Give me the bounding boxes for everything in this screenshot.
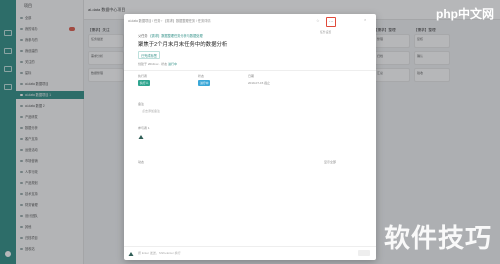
task-tag[interactable]: 已完成标签 (138, 51, 160, 59)
comment-input[interactable]: 按 Enter 发送，Shift+Enter 换行 (138, 251, 181, 255)
task-meta: 创建于 2019-xx · 状态 进行中 (138, 62, 177, 66)
task-detail-modal: ai-data 数据项目 / 任务 › 【需求】数据整理任务 / 任务详情 ☆ … (124, 14, 376, 260)
assignee-pill[interactable]: 执行人 (138, 80, 151, 86)
star-icon[interactable]: ☆ (316, 19, 320, 23)
send-button[interactable] (358, 250, 370, 256)
parent-label: 父任务 (138, 34, 148, 38)
php-watermark-text: php中文网 (436, 7, 494, 21)
status-label: 状态 (198, 74, 205, 78)
close-icon[interactable]: × (364, 18, 368, 22)
remarks-label: 备注 (138, 102, 145, 106)
php-watermark: php中文网 (436, 5, 494, 22)
avatar[interactable] (138, 134, 144, 140)
date-label: 日期 (248, 74, 255, 78)
divider (124, 70, 376, 71)
participants-label: 参与者 1 (138, 126, 150, 130)
avatar (128, 252, 134, 256)
parent-task-link[interactable]: 【需求】数据整理任务分析与数据处理 (148, 34, 202, 38)
settings-hint: 任务设置 (320, 30, 332, 34)
more-menu-button[interactable]: ⋯ (326, 17, 336, 27)
parent-task: 父任务 【需求】数据整理任务分析与数据处理 (138, 33, 203, 38)
activity-label: 动态 (138, 160, 145, 164)
status-pill[interactable]: 进行中 (198, 80, 211, 86)
show-all-link[interactable]: 显示全部 (324, 160, 336, 164)
meta-status: 进行中 (168, 62, 178, 66)
tips-watermark: 软件技巧 (383, 223, 492, 253)
task-title[interactable]: 聚焦于2个月末月末任务中的数据分析 (138, 40, 227, 48)
breadcrumb[interactable]: ai-data 数据项目 / 任务 › 【需求】数据整理任务 / 任务详情 (128, 18, 211, 23)
assignee-label: 执行者 (138, 74, 148, 78)
date-value[interactable]: 2019-07-15 截止 (248, 81, 270, 85)
remarks-input[interactable]: 点击添加备注 (142, 109, 160, 113)
meta-prefix: 创建于 2019-xx · 状态 (138, 62, 168, 66)
comment-bar: 按 Enter 发送，Shift+Enter 换行 (124, 246, 376, 260)
